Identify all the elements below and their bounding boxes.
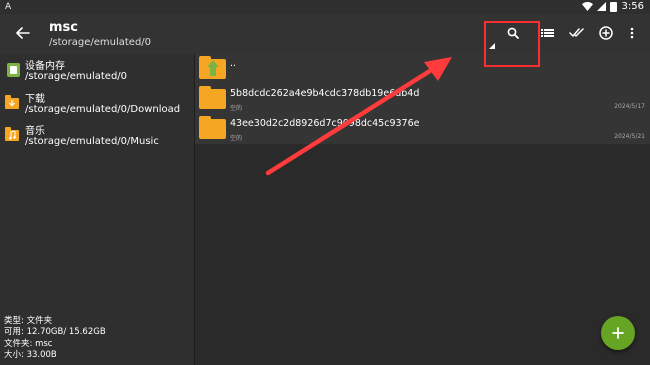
- sidebar-item-download[interactable]: 下载 /storage/emulated/0/Download: [4, 89, 192, 121]
- file-name: 5b8dcdc262a4e9b4cdc378db19e6db4d: [230, 88, 420, 99]
- list-item[interactable]: 43ee30d2c2d8926d7c9098dc45c9376e 空的 2024…: [195, 114, 650, 144]
- overflow-menu-button[interactable]: [621, 22, 643, 44]
- sd-card-icon: [7, 63, 20, 77]
- clock: 3:56: [621, 1, 644, 12]
- double-check-icon: [569, 28, 584, 37]
- sidebar-item-path: /storage/emulated/0/Music: [25, 136, 159, 147]
- up-arrow-icon: [207, 60, 219, 67]
- file-status: 空的: [230, 135, 243, 142]
- file-list-pane: .. 5b8dcdc262a4e9b4cdc378db19e6db4d 空的 2…: [195, 54, 650, 365]
- info-folder: 文件夹: msc: [4, 338, 53, 349]
- sidebar-item-path: /storage/emulated/0: [25, 71, 128, 82]
- sidebar-item-path: /storage/emulated/0/Download: [25, 104, 181, 115]
- file-name: 43ee30d2c2d8926d7c9098dc45c9376e: [230, 118, 420, 129]
- more-vert-icon: [630, 27, 634, 39]
- battery-icon: [609, 1, 617, 12]
- download-folder-icon: [5, 95, 19, 109]
- annotation-highlight-box: [484, 21, 540, 67]
- folder-title: msc: [49, 20, 78, 35]
- info-size: 大小: 33.00B: [4, 349, 57, 360]
- add-fab-button[interactable]: [601, 316, 635, 350]
- arrow-left-icon: [16, 27, 30, 39]
- sidebar-item-label: 音乐: [25, 126, 45, 137]
- parent-folder-row[interactable]: ..: [195, 54, 650, 84]
- list-item[interactable]: 5b8dcdc262a4e9b4cdc378db19e6db4d 空的 2024…: [195, 84, 650, 114]
- select-all-button[interactable]: [566, 22, 588, 44]
- status-icons: 3:56: [581, 1, 644, 12]
- add-button[interactable]: [595, 22, 617, 44]
- sidebar-item-label: 设备内存: [25, 61, 65, 72]
- storage-sidebar: 设备内存 /storage/emulated/0 下载 /storage/emu…: [0, 54, 195, 365]
- music-folder-icon: [5, 127, 19, 141]
- sidebar-item-label: 下载: [25, 94, 45, 105]
- file-name: ..: [230, 58, 237, 69]
- info-available: 可用: 12.70GB/ 15.62GB: [4, 327, 106, 338]
- sidebar-item-music[interactable]: 音乐 /storage/emulated/0/Music: [4, 121, 192, 153]
- status-bar: A 3:56: [0, 0, 650, 14]
- toolbar: msc /storage/emulated/0: [0, 14, 650, 54]
- file-status: 空的: [230, 105, 243, 112]
- plus-icon: [612, 327, 624, 339]
- parent-folder-icon: [199, 56, 226, 79]
- back-button[interactable]: [12, 22, 34, 44]
- list-view-icon: [540, 29, 554, 37]
- signal-icon: [596, 2, 606, 11]
- info-type: 类型: 文件夹: [4, 316, 53, 326]
- folder-icon: [199, 116, 226, 139]
- folder-info-panel: 类型: 文件夹 可用: 12.70GB/ 15.62GB 文件夹: msc 大小…: [4, 316, 106, 361]
- file-date: 2024/5/17: [614, 103, 645, 110]
- folder-icon: [199, 86, 226, 109]
- sidebar-item-device-storage[interactable]: 设备内存 /storage/emulated/0: [4, 56, 192, 88]
- file-date: 2024/5/21: [614, 133, 645, 140]
- notification-glyph: A: [5, 2, 12, 12]
- add-circle-icon: [599, 26, 613, 40]
- folder-path: /storage/emulated/0: [49, 37, 152, 48]
- wifi-icon: [581, 2, 593, 11]
